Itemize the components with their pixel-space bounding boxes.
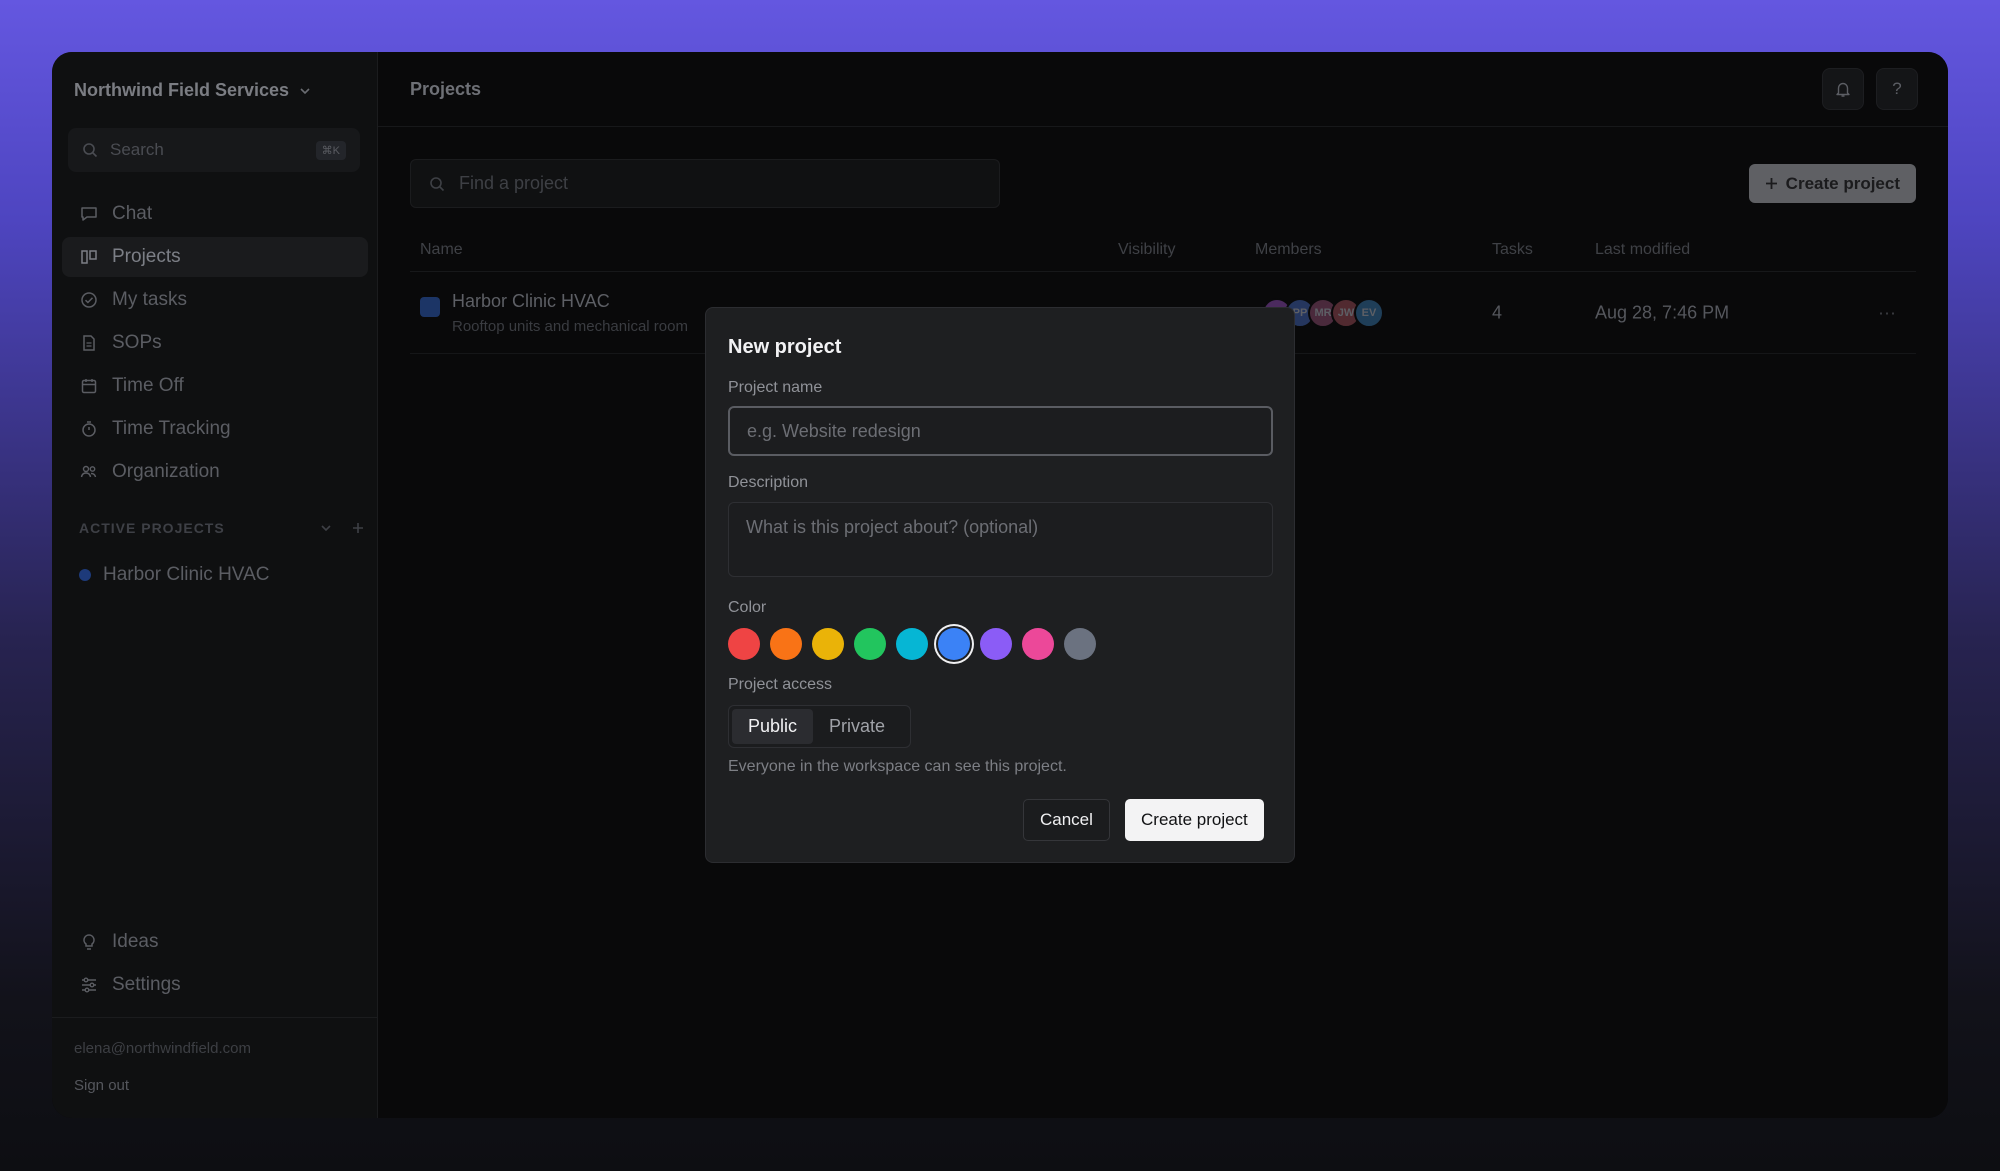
sidebar-search[interactable]: Search ⌘K [68, 128, 360, 172]
create-project-label: Create project [1785, 173, 1900, 193]
board-icon [81, 250, 97, 264]
sidebar-item-label: My tasks [112, 289, 187, 310]
chat-icon [81, 207, 97, 221]
color-swatch[interactable] [980, 628, 1012, 660]
lightbulb-icon [83, 934, 95, 950]
column-members[interactable]: Members [1255, 241, 1322, 259]
sidebar-item-sops[interactable]: SOPs [62, 323, 368, 363]
sidebar-project-harbor-clinic[interactable]: Harbor Clinic HVAC [79, 564, 269, 586]
find-project-placeholder: Find a project [459, 173, 569, 193]
page-title: Projects [410, 78, 482, 99]
bottom-nav: Ideas Settings [62, 922, 368, 1008]
color-label: Color [728, 599, 767, 616]
search-icon [430, 176, 445, 191]
sidebar-item-label: Settings [112, 974, 181, 995]
sidebar-item-time-tracking[interactable]: Time Tracking [62, 409, 368, 449]
sidebar-search-placeholder: Search [110, 140, 164, 159]
search-shortcut-badge: ⌘K [315, 140, 346, 160]
color-swatch[interactable] [1064, 628, 1096, 660]
description-input[interactable] [728, 502, 1273, 577]
color-swatch[interactable] [770, 628, 802, 660]
dialog-title: New project [728, 336, 842, 358]
description-label: Description [728, 474, 809, 491]
notifications-button[interactable] [1822, 68, 1864, 110]
calendar-icon [81, 379, 97, 394]
search-icon [83, 143, 98, 158]
project-color-dot [79, 569, 91, 581]
column-last-modified[interactable]: Last modified [1595, 241, 1690, 259]
people-icon [80, 465, 97, 478]
sidebar: Northwind Field Services Search ⌘K Chat … [52, 52, 378, 1118]
main-nav: Chat Projects My tasks SOPs Time Off Tim… [62, 194, 368, 495]
sidebar-item-label: Time Off [112, 375, 184, 396]
project-name-input[interactable] [728, 406, 1273, 456]
table-header: Name Visibility Members Tasks Last modif… [410, 228, 1916, 272]
row-more-button[interactable]: ··· [1878, 302, 1896, 323]
create-project-button[interactable]: Create project [1748, 164, 1916, 203]
workspace-switcher[interactable]: Northwind Field Services [74, 80, 311, 101]
column-visibility[interactable]: Visibility [1118, 241, 1176, 259]
color-swatch[interactable] [812, 628, 844, 660]
sliders-icon [82, 977, 96, 993]
project-access-label: Project access [728, 676, 833, 693]
cancel-button[interactable]: Cancel [1023, 799, 1110, 841]
column-name[interactable]: Name [420, 241, 463, 259]
color-swatch[interactable] [938, 628, 970, 660]
sidebar-item-settings[interactable]: Settings [62, 965, 368, 1005]
chevron-down-icon [300, 87, 310, 94]
project-name: Harbor Clinic HVAC [452, 290, 610, 311]
sidebar-project-label: Harbor Clinic HVAC [103, 564, 270, 585]
last-modified: Aug 28, 7:46 PM [1595, 302, 1730, 322]
active-projects-header: ACTIVE PROJECTS [79, 520, 364, 536]
avatar: EV [1354, 297, 1384, 328]
project-description: Rooftop units and mechanical room [452, 317, 688, 335]
sidebar-item-label: SOPs [112, 332, 162, 353]
sign-out-link[interactable]: Sign out [74, 1077, 356, 1094]
plus-icon [1765, 178, 1777, 189]
sidebar-item-label: Organization [112, 461, 220, 482]
project-name-label: Project name [728, 379, 823, 396]
color-swatch[interactable] [728, 628, 760, 660]
column-tasks[interactable]: Tasks [1492, 241, 1533, 259]
sidebar-item-ideas[interactable]: Ideas [62, 922, 368, 962]
sidebar-item-label: Projects [112, 246, 181, 267]
section-title: ACTIVE PROJECTS [79, 520, 225, 536]
color-picker [728, 628, 1096, 660]
project-name-cell: Harbor Clinic HVAC Rooftop units and mec… [420, 291, 688, 335]
project-color-swatch [420, 296, 440, 317]
sidebar-item-time-off[interactable]: Time Off [62, 366, 368, 406]
find-project-input[interactable]: Find a project [410, 159, 1000, 208]
sidebar-item-label: Ideas [112, 931, 159, 952]
access-public-option[interactable]: Public [732, 709, 814, 744]
sidebar-item-my-tasks[interactable]: My tasks [62, 280, 368, 320]
color-swatch[interactable] [896, 628, 928, 660]
user-email: elena@northwindfield.com [74, 1040, 251, 1057]
task-count: 4 [1492, 302, 1503, 322]
sidebar-item-label: Time Tracking [112, 418, 231, 439]
new-project-dialog: New project Project name Description Col… [705, 307, 1295, 863]
color-swatch[interactable] [1022, 628, 1054, 660]
chevron-down-icon[interactable] [320, 522, 332, 534]
color-swatch[interactable] [854, 628, 886, 660]
bell-icon [1836, 82, 1850, 97]
document-icon [83, 335, 95, 351]
access-toggle: Public Private [728, 705, 911, 748]
access-private-option[interactable]: Private [813, 709, 901, 744]
timer-icon [82, 421, 96, 437]
add-project-icon[interactable] [352, 522, 364, 534]
access-hint: Everyone in the workspace can see this p… [728, 758, 1067, 775]
workspace-name: Northwind Field Services [74, 80, 290, 100]
sidebar-item-projects[interactable]: Projects [62, 237, 368, 277]
sidebar-footer: elena@northwindfield.com Sign out [52, 1017, 378, 1094]
top-bar: Projects ? [378, 52, 1948, 127]
create-project-submit-button[interactable]: Create project [1125, 799, 1264, 841]
check-circle-icon [81, 292, 97, 308]
help-icon: ? [1892, 79, 1902, 98]
sidebar-item-label: Chat [112, 203, 153, 224]
sidebar-item-chat[interactable]: Chat [62, 194, 368, 234]
sidebar-item-organization[interactable]: Organization [62, 452, 368, 492]
help-button[interactable]: ? [1876, 68, 1918, 110]
